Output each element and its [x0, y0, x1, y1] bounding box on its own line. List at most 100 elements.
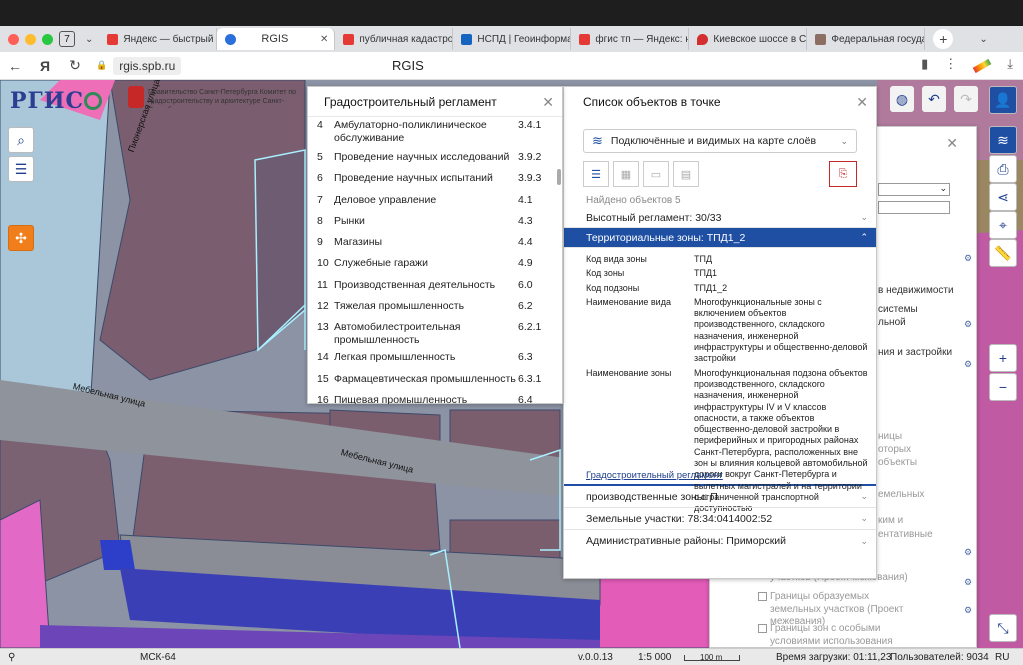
layer-label: в недвижимости	[878, 285, 954, 296]
zoom-window-button[interactable]	[42, 33, 53, 45]
logo-subtitle: Правительство Санкт-Петербурга Комитет п…	[148, 89, 297, 108]
expand-icon: ✣	[15, 229, 27, 246]
regulation-row[interactable]: 14 Легкая промышленность 6.3	[308, 347, 562, 368]
browser-tab[interactable]: Киевское шоссе в Са	[689, 28, 808, 50]
undo-icon[interactable]: ↶	[922, 86, 946, 112]
yandex-home-icon[interactable]: Я	[30, 58, 60, 74]
bookmark-icon[interactable]: ▮	[921, 56, 928, 72]
scale-label[interactable]: 1:5 000	[638, 652, 671, 663]
layer-checkbox[interactable]	[758, 592, 767, 601]
url-field[interactable]: 🔒 rgis.spb.ru	[96, 56, 182, 75]
regulation-row[interactable]: 16 Пищевая промышленность 6.4	[308, 390, 562, 404]
new-tab-button[interactable]: +	[933, 29, 954, 49]
browser-tab[interactable]: НСПД | Геоинформа	[453, 28, 572, 50]
objects-panel-header: Список объектов в точке ✕	[564, 87, 876, 117]
regulation-row[interactable]: 4 Амбулаторно-поликлиническое обслуживани…	[308, 117, 562, 147]
regulation-list[interactable]: 4 Амбулаторно-поликлиническое обслуживани…	[308, 117, 562, 404]
regulation-name: Легкая промышленность	[334, 351, 456, 364]
section-height-regulation[interactable]: Высотный регламент: 30/33 ⌄	[564, 208, 876, 228]
minimize-window-button[interactable]	[25, 33, 36, 45]
redo-icon[interactable]: ↷	[954, 86, 978, 112]
user-count: Пользователей: 9034	[890, 652, 989, 663]
regulation-number: 9	[317, 236, 323, 249]
select-tool-button[interactable]: ⌖	[989, 211, 1017, 239]
regulation-row[interactable]: 7 Деловое управление 4.1	[308, 190, 562, 211]
chevron-down-icon[interactable]: ⌄	[979, 34, 987, 45]
regulation-row[interactable]: 10 Служебные гаражи 4.9	[308, 253, 562, 274]
section-territorial-zones[interactable]: Территориальные зоны: ТПД1_2 ⌃	[564, 228, 876, 248]
regulation-row[interactable]: 15 Фармацевтическая промышленность 6.3.1	[308, 369, 562, 390]
back-arrow-icon[interactable]: ←	[0, 58, 30, 74]
map-pin-icon[interactable]: ⚲	[8, 652, 15, 663]
section-admin-districts[interactable]: Административные районы: Приморский ⌄	[564, 530, 876, 552]
close-tab-icon[interactable]: ✕	[320, 34, 328, 45]
layer-checkbox[interactable]	[758, 624, 767, 633]
regulation-row[interactable]: 8 Рынки 4.3	[308, 211, 562, 232]
download-icon[interactable]: ⤓	[1007, 56, 1013, 72]
list-icon[interactable]: ☰	[583, 161, 609, 187]
search-button[interactable]: ⌕	[8, 127, 34, 153]
layer-select[interactable]: ⌄	[878, 183, 950, 196]
regulation-row[interactable]: 13 Автомобилестроительная промышленность 6…	[308, 317, 562, 347]
fullscreen-button[interactable]: ⤡	[989, 614, 1017, 642]
layer-source-select[interactable]: ≋ Подключённые и видимых на карте слоёв …	[583, 129, 857, 153]
gear-icon[interactable]: ⚙	[964, 359, 972, 370]
regulation-row[interactable]: 11 Производственная деятельность 6.0	[308, 275, 562, 296]
menu-button[interactable]: ☰	[8, 156, 34, 182]
close-icon[interactable]: ✕	[946, 135, 958, 152]
close-window-button[interactable]	[8, 33, 19, 45]
globe-icon[interactable]: ◍	[890, 86, 914, 112]
regulation-name: Проведение научных исследований	[334, 151, 510, 163]
browser-tab[interactable]: фгис тп — Яндекс: на	[571, 28, 690, 50]
chevron-up-icon: ⌃	[860, 232, 868, 242]
regulation-row[interactable]: 9 Магазины 4.4	[308, 232, 562, 253]
tab-count[interactable]: 7	[59, 31, 75, 47]
zoom-out-button[interactable]: −	[989, 373, 1017, 401]
gear-icon[interactable]: ⚙	[964, 605, 972, 616]
layers-button[interactable]: ≋	[989, 126, 1017, 154]
gear-icon[interactable]: ⚙	[964, 319, 972, 330]
regulation-code: 4.3	[518, 214, 533, 227]
language-switch[interactable]: RU	[995, 652, 1009, 663]
regulation-row[interactable]: 6 Проведение научных испытаний 3.9.3	[308, 168, 562, 189]
print-button[interactable]: ⎙	[989, 155, 1017, 183]
regulation-name: Магазины	[334, 236, 383, 249]
regulation-link[interactable]: Градостроительный регламент	[586, 470, 723, 481]
export-icon[interactable]: ▭	[643, 161, 669, 187]
tools-button[interactable]: ✣	[8, 225, 34, 251]
regulation-code: 6.2	[518, 300, 533, 313]
rgis-icon	[225, 33, 237, 45]
browser-tab[interactable]: Федеральная госуда	[807, 28, 926, 50]
gear-icon[interactable]: ⚙	[964, 547, 972, 558]
objects-panel: Список объектов в точке ✕ ≋ Подключённые…	[563, 86, 877, 579]
pdf-icon[interactable]: ⎘	[829, 161, 857, 187]
user-button[interactable]: 👤	[989, 86, 1017, 114]
regulation-number: 10	[317, 257, 329, 270]
section-label: Земельные участки: 78:34:0414002:52	[586, 512, 773, 525]
more-icon[interactable]: ⋮	[944, 56, 957, 72]
gear-icon[interactable]: ⚙	[964, 253, 972, 264]
browser-tab-active[interactable]: RGIS ✕	[217, 28, 336, 50]
reload-icon[interactable]: ↻	[60, 57, 90, 74]
measure-button[interactable]: 📏	[989, 239, 1017, 267]
document-icon[interactable]: ▤	[673, 161, 699, 187]
app-logo[interactable]: РГИС	[10, 88, 103, 114]
regulation-number: 7	[317, 193, 323, 206]
crs-label[interactable]: МСК-64	[140, 652, 176, 663]
browser-tab[interactable]: публичная кадастро	[335, 28, 454, 50]
share-button[interactable]: ⋖	[989, 183, 1017, 211]
layer-input[interactable]	[878, 201, 950, 214]
zoom-in-button[interactable]: +	[989, 344, 1017, 372]
pencil-extension-icon[interactable]	[972, 58, 992, 74]
browser-tab[interactable]: Яндекс — быстрый п	[99, 28, 218, 50]
regulation-row[interactable]: 5 Проведение научных исследований 3.9.2	[308, 147, 562, 168]
section-industrial-zones[interactable]: производственные зоны: П ⌄	[564, 486, 876, 508]
gear-icon[interactable]: ⚙	[964, 577, 972, 588]
section-land-plots[interactable]: Земельные участки: 78:34:0414002:52 ⌄	[564, 508, 876, 530]
close-icon[interactable]: ✕	[856, 94, 868, 111]
table-icon[interactable]: ▦	[613, 161, 639, 187]
scrollbar-thumb[interactable]	[557, 169, 561, 185]
chevron-down-icon[interactable]: ⌄	[85, 34, 93, 45]
regulation-row[interactable]: 12 Тяжелая промышленность 6.2	[308, 296, 562, 317]
close-icon[interactable]: ✕	[542, 94, 554, 111]
